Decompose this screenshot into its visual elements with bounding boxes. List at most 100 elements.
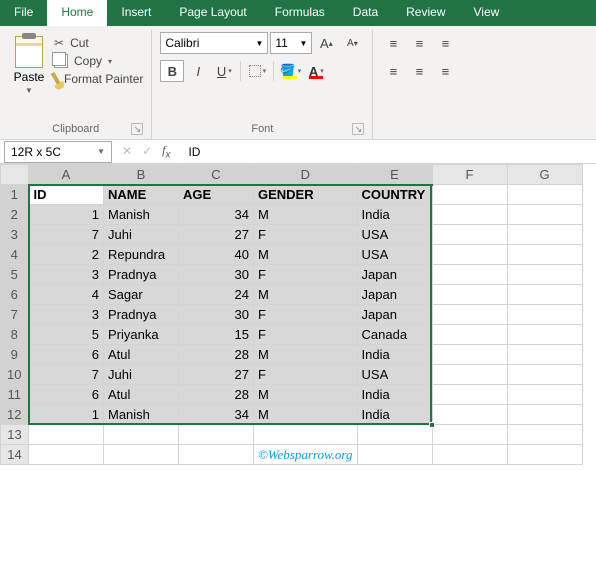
cell[interactable] [507,405,582,425]
underline-button[interactable]: U▾ [212,60,236,82]
cell[interactable]: 1 [29,205,104,225]
cell[interactable]: USA [357,245,432,265]
cancel-formula-icon[interactable]: ✕ [122,144,132,158]
tab-review[interactable]: Review [392,0,459,26]
cell[interactable] [104,445,179,465]
cell[interactable]: 7 [29,225,104,245]
cell[interactable]: 2 [29,245,104,265]
cell[interactable] [432,245,507,265]
cell[interactable] [432,445,507,465]
cell[interactable]: India [357,205,432,225]
cell[interactable]: Atul [104,385,179,405]
cell[interactable]: Manish [104,205,179,225]
cell[interactable]: 30 [179,265,254,285]
cell[interactable]: M [254,205,358,225]
align-bottom-button[interactable]: ≡ [433,32,457,54]
cell[interactable]: M [254,345,358,365]
row-header[interactable]: 8 [1,325,29,345]
cell[interactable]: Pradnya [104,305,179,325]
cell[interactable] [507,205,582,225]
cell[interactable]: India [357,345,432,365]
cell[interactable]: 5 [29,325,104,345]
align-middle-button[interactable]: ≡ [407,32,431,54]
cell[interactable]: AGE [179,185,254,205]
cell[interactable] [432,345,507,365]
cell[interactable] [507,345,582,365]
cell[interactable]: Manish [104,405,179,425]
tab-view[interactable]: View [460,0,514,26]
cell[interactable]: M [254,285,358,305]
row-header[interactable]: 7 [1,305,29,325]
paste-button[interactable]: Paste ▼ [8,32,50,95]
fill-color-button[interactable]: 🪣▾ [278,60,302,82]
cell[interactable]: COUNTRY [357,185,432,205]
cell[interactable] [432,385,507,405]
tab-insert[interactable]: Insert [107,0,165,26]
cell[interactable]: 40 [179,245,254,265]
font-color-button[interactable]: A▾ [304,60,328,82]
cell[interactable]: 15 [179,325,254,345]
row-header[interactable]: 11 [1,385,29,405]
cell[interactable] [507,285,582,305]
cell[interactable]: 27 [179,365,254,385]
cell[interactable] [432,325,507,345]
cell[interactable] [507,365,582,385]
cell[interactable]: Canada [357,325,432,345]
cell[interactable] [432,365,507,385]
cell[interactable]: Priyanka [104,325,179,345]
column-header[interactable]: G [507,165,582,185]
cell[interactable] [432,405,507,425]
cell[interactable] [507,325,582,345]
cell[interactable]: 6 [29,385,104,405]
cell[interactable]: F [254,325,358,345]
cell[interactable]: 28 [179,385,254,405]
cell[interactable]: 34 [179,405,254,425]
cell[interactable]: India [357,405,432,425]
dialog-launcher-icon[interactable]: ↘ [131,123,143,135]
cell[interactable]: Repundra [104,245,179,265]
cell[interactable]: Pradnya [104,265,179,285]
font-name-select[interactable]: Calibri▼ [160,32,268,54]
cell[interactable]: Juhi [104,225,179,245]
cell[interactable] [432,185,507,205]
cell[interactable] [507,445,582,465]
cut-button[interactable]: Cut [54,36,143,50]
select-all-corner[interactable] [1,165,29,185]
cell[interactable]: F [254,365,358,385]
cell[interactable] [432,305,507,325]
column-header[interactable]: E [357,165,432,185]
cell[interactable]: 24 [179,285,254,305]
cell[interactable]: 6 [29,345,104,365]
cell[interactable] [507,225,582,245]
cell[interactable]: 27 [179,225,254,245]
row-header[interactable]: 14 [1,445,29,465]
cell[interactable]: 3 [29,265,104,285]
cell[interactable] [432,265,507,285]
cell[interactable]: GENDER [254,185,358,205]
cell[interactable]: M [254,405,358,425]
cell[interactable] [29,445,104,465]
cell[interactable]: 1 [29,405,104,425]
fx-icon[interactable]: fx [162,143,170,160]
row-header[interactable]: 1 [1,185,29,205]
align-left-button[interactable]: ≡ [381,60,405,82]
tab-home[interactable]: Home [47,0,107,26]
cell[interactable]: Atul [104,345,179,365]
cell[interactable] [179,445,254,465]
italic-button[interactable]: I [186,60,210,82]
cell[interactable] [432,205,507,225]
borders-button[interactable]: ▾ [245,60,269,82]
cell[interactable]: ID [29,185,104,205]
cell[interactable] [507,425,582,445]
cell[interactable] [104,425,179,445]
cell[interactable]: Sagar [104,285,179,305]
bold-button[interactable]: B [160,60,184,82]
align-top-button[interactable]: ≡ [381,32,405,54]
font-size-select[interactable]: 11▼ [270,32,312,54]
cell[interactable]: NAME [104,185,179,205]
formula-input[interactable]: ID [180,143,596,161]
row-header[interactable]: 3 [1,225,29,245]
copy-button[interactable]: Copy ▾ [54,54,143,68]
column-header[interactable]: D [254,165,358,185]
row-header[interactable]: 4 [1,245,29,265]
